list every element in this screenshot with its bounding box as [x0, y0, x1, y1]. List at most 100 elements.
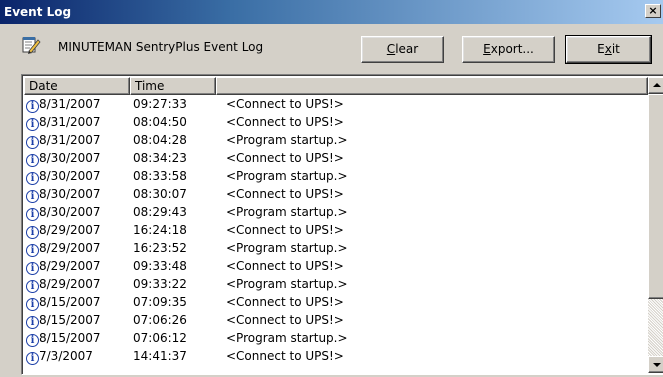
- row-date-text: 8/30/2007: [39, 169, 101, 183]
- row-event: <Program startup.>: [226, 205, 348, 219]
- row-date: i 8/29/2007: [26, 275, 101, 293]
- table-row[interactable]: i 8/31/2007 09:27:33 <Connect to UPS!>: [24, 95, 648, 113]
- row-event: <Connect to UPS!>: [226, 295, 344, 309]
- row-event: <Connect to UPS!>: [226, 187, 344, 201]
- info-icon: i: [26, 244, 39, 257]
- export-button[interactable]: Export...: [462, 36, 555, 63]
- row-date: i 8/15/2007: [26, 329, 101, 347]
- column-header-time[interactable]: Time: [130, 77, 216, 95]
- app-label: MINUTEMAN SentryPlus Event Log: [58, 40, 264, 54]
- row-time: 16:24:18: [133, 223, 187, 237]
- row-date-text: 8/30/2007: [39, 151, 101, 165]
- vertical-scrollbar[interactable]: [648, 77, 663, 373]
- row-date-text: 8/29/2007: [39, 223, 101, 237]
- row-time: 14:41:37: [133, 349, 187, 363]
- column-header-event[interactable]: [216, 77, 648, 95]
- info-icon: i: [26, 172, 39, 185]
- table-row[interactable]: i 8/29/2007 09:33:48 <Connect to UPS!>: [24, 257, 648, 275]
- info-icon: i: [26, 190, 39, 203]
- row-date: i 8/15/2007: [26, 293, 101, 311]
- row-date-text: 8/31/2007: [39, 133, 101, 147]
- scroll-down-button[interactable]: [648, 356, 663, 373]
- scroll-thumb[interactable]: [648, 94, 663, 299]
- row-date-text: 8/31/2007: [39, 97, 101, 111]
- column-header-date[interactable]: Date: [24, 77, 130, 95]
- table-row[interactable]: i 8/31/2007 08:04:50 <Connect to UPS!>: [24, 113, 648, 131]
- clear-button[interactable]: Clear: [361, 36, 444, 63]
- info-icon: i: [26, 154, 39, 167]
- table-row[interactable]: i 8/15/2007 07:06:12 <Program startup.>: [24, 329, 648, 347]
- row-date: i 8/30/2007: [26, 203, 101, 221]
- table-row[interactable]: i 7/3/2007 14:41:37 <Connect to UPS!>: [24, 347, 648, 365]
- row-event: <Connect to UPS!>: [226, 151, 344, 165]
- row-date-text: 8/30/2007: [39, 187, 101, 201]
- row-time: 16:23:52: [133, 241, 187, 255]
- row-date-text: 8/30/2007: [39, 205, 101, 219]
- table-row[interactable]: i 8/15/2007 07:06:26 <Connect to UPS!>: [24, 311, 648, 329]
- info-icon: i: [26, 352, 39, 365]
- table-row[interactable]: i 8/29/2007 09:33:22 <Program startup.>: [24, 275, 648, 293]
- row-time: 08:29:43: [133, 205, 187, 219]
- info-icon: i: [26, 208, 39, 221]
- export-label-rest: xport...: [490, 42, 534, 56]
- clear-label-rest: lear: [395, 42, 419, 56]
- row-time: 09:33:22: [133, 277, 187, 291]
- row-event: <Connect to UPS!>: [226, 349, 344, 363]
- event-list[interactable]: Date Time i 8/31/2007 09:27:33 <Connect to …: [21, 74, 663, 375]
- row-date: i 8/29/2007: [26, 257, 101, 275]
- row-date: i 8/30/2007: [26, 185, 101, 203]
- row-date-text: 8/29/2007: [39, 277, 101, 291]
- table-row[interactable]: i 8/15/2007 07:09:35 <Connect to UPS!>: [24, 293, 648, 311]
- row-time: 07:06:12: [133, 331, 187, 345]
- table-row[interactable]: i 8/29/2007 16:24:18 <Connect to UPS!>: [24, 221, 648, 239]
- row-date: i 8/31/2007: [26, 113, 101, 131]
- arrow-down-icon: [653, 363, 661, 367]
- row-date-text: 8/29/2007: [39, 241, 101, 255]
- notepad-pencil-icon: [21, 35, 41, 55]
- info-icon: i: [26, 100, 39, 113]
- info-icon: i: [26, 262, 39, 275]
- info-icon: i: [26, 334, 39, 347]
- event-log-window: Event Log × MINUTEMAN SentryPlus Event L…: [0, 0, 663, 377]
- exit-button[interactable]: Exit: [565, 35, 652, 64]
- row-event: <Program startup.>: [226, 241, 348, 255]
- table-row[interactable]: i 8/31/2007 08:04:28 <Program startup.>: [24, 131, 648, 149]
- table-row[interactable]: i 8/30/2007 08:33:58 <Program startup.>: [24, 167, 648, 185]
- scroll-up-button[interactable]: [648, 77, 663, 94]
- info-icon: i: [26, 226, 39, 239]
- info-icon: i: [26, 298, 39, 311]
- exit-mnemonic: x: [604, 42, 612, 56]
- row-date: i 8/30/2007: [26, 149, 101, 167]
- row-time: 07:06:26: [133, 313, 187, 327]
- row-date: i 7/3/2007: [26, 347, 93, 365]
- row-time: 09:33:48: [133, 259, 187, 273]
- row-time: 08:34:23: [133, 151, 187, 165]
- table-row[interactable]: i 8/30/2007 08:34:23 <Connect to UPS!>: [24, 149, 648, 167]
- row-date: i 8/31/2007: [26, 95, 101, 113]
- row-time: 08:33:58: [133, 169, 187, 183]
- row-event: <Connect to UPS!>: [226, 259, 344, 273]
- window-title: Event Log: [4, 5, 72, 19]
- info-icon: i: [26, 316, 39, 329]
- row-date: i 8/29/2007: [26, 221, 101, 239]
- table-row[interactable]: i 8/30/2007 08:29:43 <Program startup.>: [24, 203, 648, 221]
- arrow-up-icon: [653, 83, 661, 87]
- row-event: <Connect to UPS!>: [226, 223, 344, 237]
- list-rows: i 8/31/2007 09:27:33 <Connect to UPS!> i 8/31…: [24, 95, 648, 365]
- row-date: i 8/15/2007: [26, 311, 101, 329]
- row-date-text: 8/15/2007: [39, 313, 101, 327]
- row-event: <Program startup.>: [226, 277, 348, 291]
- row-date-text: 8/29/2007: [39, 259, 101, 273]
- table-row[interactable]: i 8/29/2007 16:23:52 <Program startup.>: [24, 239, 648, 257]
- row-time: 08:30:07: [133, 187, 187, 201]
- row-event: <Program startup.>: [226, 331, 348, 345]
- row-event: <Connect to UPS!>: [226, 115, 344, 129]
- info-icon: i: [26, 118, 39, 131]
- row-time: 09:27:33: [133, 97, 187, 111]
- row-event: <Program startup.>: [226, 169, 348, 183]
- table-row[interactable]: i 8/30/2007 08:30:07 <Connect to UPS!>: [24, 185, 648, 203]
- row-date: i 8/31/2007: [26, 131, 101, 149]
- close-button[interactable]: ×: [645, 4, 661, 18]
- row-event: <Connect to UPS!>: [226, 97, 344, 111]
- title-bar[interactable]: Event Log ×: [0, 0, 663, 24]
